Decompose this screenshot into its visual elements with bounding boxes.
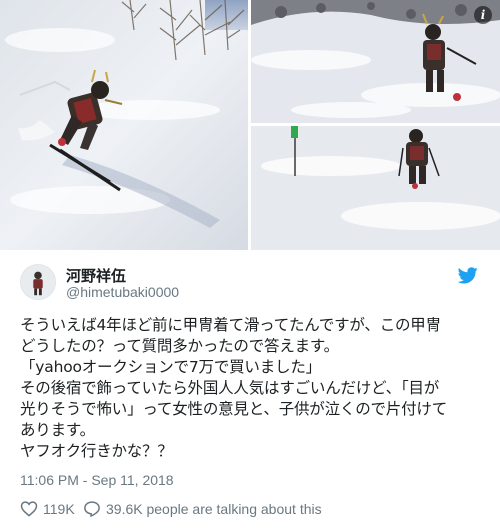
tweet-embed-card: i 河野祥伍 @himetubaki0000 そういえば4年ほど前に甲冑着て滑っ… <box>0 0 500 531</box>
heart-icon <box>20 501 38 517</box>
tweet-header: 河野祥伍 @himetubaki0000 <box>20 262 480 302</box>
like-button[interactable]: 119K <box>20 500 75 517</box>
tweet-actions: 119K 39.6K people are talking about this <box>20 500 480 520</box>
tweet-text-line: ヤフオク行きかな？？ <box>20 442 173 460</box>
twitter-bird-icon[interactable] <box>458 267 478 284</box>
tweet-text-line: そういえば4年ほど前に甲冑着て滑ってたんですが、この甲冑 <box>20 316 441 334</box>
tweet-text-line: 「yahooオークションで7万で買いました」 <box>20 358 321 376</box>
tweet-text-line: どうしたの？って質問多かったので答えます。 <box>20 337 339 355</box>
photo-samurai-skier-large[interactable] <box>0 0 248 250</box>
tweet-text-line: その後宿で飾っていたら外国人人気はすごいんだけど、「目が <box>20 379 440 397</box>
info-icon[interactable]: i <box>474 6 492 24</box>
avatar[interactable] <box>20 264 56 300</box>
tweet-text: そういえば4年ほど前に甲冑着て滑ってたんですが、この甲冑 どうしたの？って質問多… <box>20 315 490 462</box>
photo-samurai-skier-slope[interactable]: i <box>251 0 500 123</box>
tweet-timestamp[interactable]: 11:06 PM - Sep 11, 2018 <box>20 472 174 488</box>
tweet-text-line: 光りそうで怖い」って女性の意見と、子供が泣くので片付けて <box>20 400 448 418</box>
display-name[interactable]: 河野祥伍 <box>66 265 126 286</box>
talking-count: 39.6K people are talking about this <box>106 500 322 517</box>
photo-samurai-skier-flag[interactable] <box>251 126 500 250</box>
conversation-link[interactable]: 39.6K people are talking about this <box>83 500 322 517</box>
tweet-media-grid: i <box>0 0 500 250</box>
like-count: 119K <box>43 500 75 517</box>
speech-bubble-icon <box>84 501 100 517</box>
user-handle[interactable]: @himetubaki0000 <box>66 284 179 300</box>
tweet-text-line: あります。 <box>20 421 95 439</box>
